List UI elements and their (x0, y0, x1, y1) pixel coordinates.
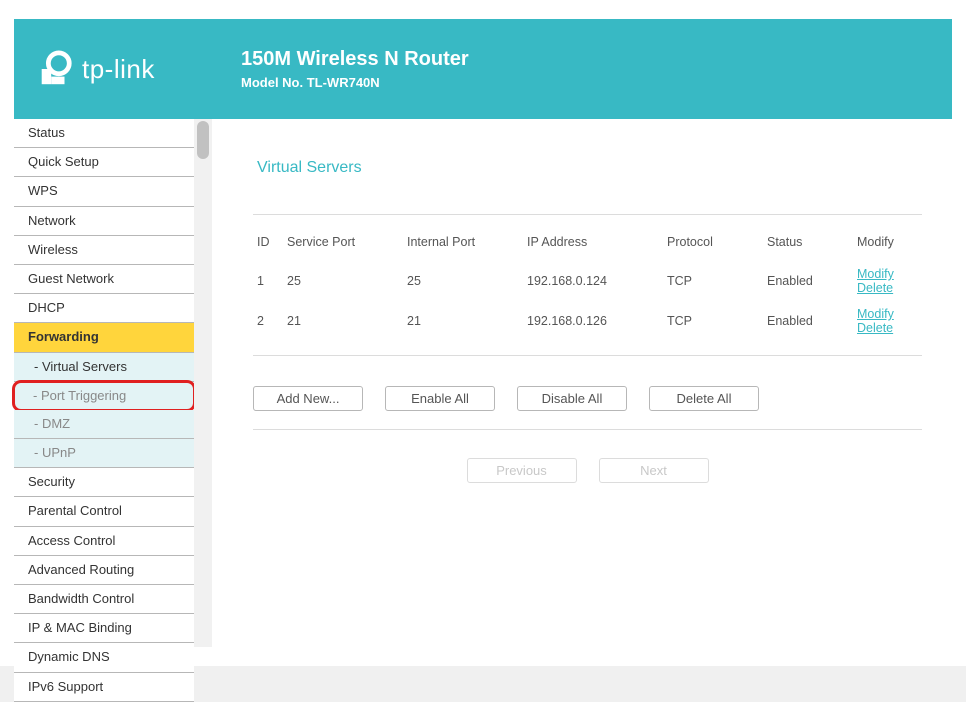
scrollbar-thumb[interactable] (197, 121, 209, 159)
cell-ip: 192.168.0.126 (523, 301, 663, 341)
col-protocol: Protocol (663, 229, 763, 261)
sidebar-sub-port-triggering[interactable]: - Port Triggering (12, 380, 196, 412)
sidebar-item-dhcp[interactable]: DHCP (14, 294, 194, 323)
page-title: Virtual Servers (253, 159, 922, 177)
pager-row: Previous Next (253, 458, 922, 483)
sidebar-item-wireless[interactable]: Wireless (14, 236, 194, 265)
divider (253, 355, 922, 356)
tplink-icon (36, 50, 74, 88)
sidebar-item-status[interactable]: Status (14, 119, 194, 148)
add-new-button[interactable]: Add New... (253, 386, 363, 411)
sidebar-item-advanced-routing[interactable]: Advanced Routing (14, 556, 194, 585)
body: Status Quick Setup WPS Network Wireless … (14, 119, 952, 647)
col-ip: IP Address (523, 229, 663, 261)
table-header-row: ID Service Port Internal Port IP Address… (253, 229, 922, 261)
sidebar-item-ip-mac-binding[interactable]: IP & MAC Binding (14, 614, 194, 643)
cell-ip: 192.168.0.124 (523, 261, 663, 301)
col-service-port: Service Port (283, 229, 403, 261)
cell-status: Enabled (763, 261, 853, 301)
delete-all-button[interactable]: Delete All (649, 386, 759, 411)
brand-logo: tp-link (36, 50, 231, 88)
disable-all-button[interactable]: Disable All (517, 386, 627, 411)
sidebar-sub-dmz[interactable]: - DMZ (14, 410, 194, 439)
cell-internal-port: 25 (403, 261, 523, 301)
sidebar-wrap: Status Quick Setup WPS Network Wireless … (14, 119, 213, 647)
sidebar-item-forwarding[interactable]: Forwarding (14, 323, 194, 352)
cell-service-port: 25 (283, 261, 403, 301)
sidebar-item-security[interactable]: Security (14, 468, 194, 497)
col-id: ID (253, 229, 283, 261)
sidebar-item-bandwidth-control[interactable]: Bandwidth Control (14, 585, 194, 614)
app-window: tp-link 150M Wireless N Router Model No.… (0, 0, 966, 666)
cell-actions: Modify Delete (853, 301, 922, 341)
col-status: Status (763, 229, 853, 261)
header-titles: 150M Wireless N Router Model No. TL-WR74… (241, 48, 469, 90)
sidebar-item-network[interactable]: Network (14, 207, 194, 236)
next-button[interactable]: Next (599, 458, 709, 483)
sidebar-sub-upnp[interactable]: - UPnP (14, 439, 194, 468)
enable-all-button[interactable]: Enable All (385, 386, 495, 411)
modify-link[interactable]: Modify (857, 307, 894, 321)
content-pane: Virtual Servers ID Service Port Internal… (213, 119, 952, 647)
col-internal-port: Internal Port (403, 229, 523, 261)
action-button-row: Add New... Enable All Disable All Delete… (253, 386, 922, 429)
modify-link[interactable]: Modify (857, 267, 894, 281)
sidebar-item-dynamic-dns[interactable]: Dynamic DNS (14, 643, 194, 672)
sidebar-item-ipv6-support[interactable]: IPv6 Support (14, 673, 194, 702)
product-title: 150M Wireless N Router (241, 48, 469, 71)
table-row: 1 25 25 192.168.0.124 TCP Enabled Modify… (253, 261, 922, 301)
sidebar: Status Quick Setup WPS Network Wireless … (14, 119, 194, 647)
divider (253, 214, 922, 215)
cell-protocol: TCP (663, 301, 763, 341)
header: tp-link 150M Wireless N Router Model No.… (14, 19, 952, 119)
cell-id: 1 (253, 261, 283, 301)
delete-link[interactable]: Delete (857, 281, 893, 295)
cell-service-port: 21 (283, 301, 403, 341)
previous-button[interactable]: Previous (467, 458, 577, 483)
sidebar-item-access-control[interactable]: Access Control (14, 527, 194, 556)
cell-id: 2 (253, 301, 283, 341)
col-modify: Modify (853, 229, 922, 261)
cell-status: Enabled (763, 301, 853, 341)
sidebar-item-parental-control[interactable]: Parental Control (14, 497, 194, 526)
delete-link[interactable]: Delete (857, 321, 893, 335)
divider (253, 429, 922, 430)
sidebar-item-wps[interactable]: WPS (14, 177, 194, 206)
brand-text: tp-link (82, 54, 155, 85)
sidebar-item-guest-network[interactable]: Guest Network (14, 265, 194, 294)
cell-actions: Modify Delete (853, 261, 922, 301)
cell-internal-port: 21 (403, 301, 523, 341)
sidebar-sub-virtual-servers[interactable]: - Virtual Servers (14, 353, 194, 382)
product-model: Model No. TL-WR740N (241, 75, 469, 90)
table-row: 2 21 21 192.168.0.126 TCP Enabled Modify… (253, 301, 922, 341)
sidebar-item-quick-setup[interactable]: Quick Setup (14, 148, 194, 177)
cell-protocol: TCP (663, 261, 763, 301)
sidebar-scrollbar[interactable] (194, 119, 212, 647)
virtual-servers-table: ID Service Port Internal Port IP Address… (253, 229, 922, 341)
